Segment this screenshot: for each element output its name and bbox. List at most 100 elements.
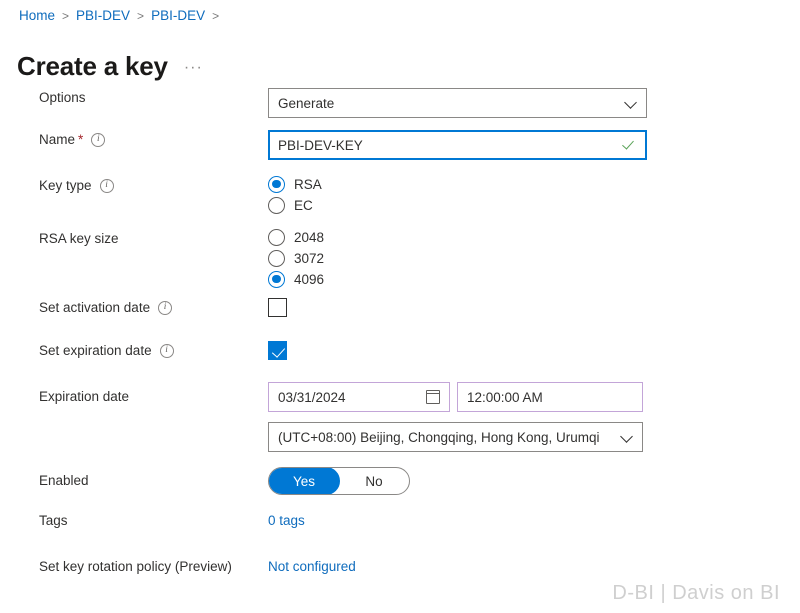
radio-rsa-2048[interactable]: 2048 xyxy=(268,228,800,246)
expiration-date-control: 03/31/2024 12:00:00 AM xyxy=(268,382,800,412)
form-row-enabled: Enabled Yes No xyxy=(0,467,800,511)
set-expiration-date-label-text: Set expiration date xyxy=(39,343,152,358)
rsa-key-size-label-text: RSA key size xyxy=(39,231,119,246)
name-input-wrapper[interactable]: PBI-DEV-KEY xyxy=(268,130,647,160)
breadcrumb-item-vault[interactable]: PBI-DEV xyxy=(75,8,131,23)
tags-label-text: Tags xyxy=(39,513,68,528)
page-title: Create a key xyxy=(17,51,168,82)
form-row-key-type: Key type i RSA EC xyxy=(0,173,800,226)
info-icon-glyph: i xyxy=(163,301,167,312)
radio-key-type-rsa[interactable]: RSA xyxy=(268,175,800,193)
form-row-options: Options Generate xyxy=(0,88,800,130)
expiration-date-label: Expiration date xyxy=(0,382,268,407)
breadcrumb: Home > PBI-DEV > PBI-DEV > xyxy=(18,8,225,23)
radio-label: RSA xyxy=(294,176,322,192)
radio-indicator xyxy=(268,249,285,267)
enabled-toggle-yes[interactable]: Yes xyxy=(269,468,340,494)
tags-link[interactable]: 0 tags xyxy=(268,513,305,528)
radio-label: 2048 xyxy=(294,229,325,245)
name-label: Name * i xyxy=(0,130,268,150)
chevron-down-icon xyxy=(625,97,637,109)
options-label-text: Options xyxy=(39,90,86,105)
radio-label: 3072 xyxy=(294,250,325,266)
radio-indicator xyxy=(268,175,285,193)
key-rotation-policy-label: Set key rotation policy (Preview) xyxy=(0,557,268,577)
name-control: PBI-DEV-KEY xyxy=(268,130,800,160)
timezone-control: (UTC+08:00) Beijing, Chongqing, Hong Kon… xyxy=(268,422,800,452)
name-label-text: Name xyxy=(39,132,76,147)
key-type-label-text: Key type xyxy=(39,178,92,193)
rsa-key-size-control: 2048 3072 4096 xyxy=(268,226,800,288)
form-row-rsa-key-size: RSA key size 2048 3072 4096 xyxy=(0,226,800,298)
checkbox-set-expiration-date[interactable] xyxy=(268,341,287,360)
required-marker: * xyxy=(78,132,84,147)
enabled-label-text: Enabled xyxy=(39,473,89,488)
radio-indicator xyxy=(268,196,285,214)
info-icon-glyph: i xyxy=(105,179,108,190)
form-row-set-expiration-date: Set expiration date i xyxy=(0,341,800,382)
radio-indicator xyxy=(268,228,285,246)
info-icon[interactable]: i xyxy=(99,179,114,193)
info-icon[interactable]: i xyxy=(159,344,174,358)
expiration-time-value: 12:00:00 AM xyxy=(467,389,543,405)
rsa-key-size-radio-group: 2048 3072 4096 xyxy=(268,226,800,288)
radio-rsa-4096[interactable]: 4096 xyxy=(268,270,800,288)
key-rotation-policy-link[interactable]: Not configured xyxy=(268,559,356,574)
timezone-dropdown-value: (UTC+08:00) Beijing, Chongqing, Hong Kon… xyxy=(278,429,600,445)
set-expiration-date-control xyxy=(268,341,800,360)
create-key-page: Home > PBI-DEV > PBI-DEV > Create a key … xyxy=(0,0,800,613)
info-icon-glyph: i xyxy=(96,133,100,144)
key-type-radio-group: RSA EC xyxy=(268,173,800,214)
expiration-date-input[interactable]: 03/31/2024 xyxy=(268,382,450,412)
form-row-name: Name * i PBI-DEV-KEY xyxy=(0,130,800,173)
breadcrumb-item-keys[interactable]: PBI-DEV xyxy=(150,8,206,23)
info-icon-glyph: i xyxy=(165,344,168,355)
form-row-tags: Tags 0 tags xyxy=(0,511,800,557)
expiration-date-label-text: Expiration date xyxy=(39,389,130,404)
expiration-time-input[interactable]: 12:00:00 AM xyxy=(457,382,643,412)
chevron-down-icon xyxy=(621,431,633,443)
breadcrumb-separator-icon: > xyxy=(137,8,145,23)
checkmark-valid-icon xyxy=(621,137,637,153)
checkbox-set-activation-date[interactable] xyxy=(268,298,287,317)
key-rotation-policy-control: Not configured xyxy=(268,557,800,577)
radio-key-type-ec[interactable]: EC xyxy=(268,196,800,214)
key-rotation-policy-label-text: Set key rotation policy (Preview) xyxy=(39,559,232,574)
key-type-control: RSA EC xyxy=(268,173,800,214)
create-key-form: Options Generate Name * i PBI-DEV-KEY Ke… xyxy=(0,88,800,597)
breadcrumb-separator-icon: > xyxy=(62,8,70,23)
watermark: D-BI | Davis on BI xyxy=(612,582,780,604)
enabled-label: Enabled xyxy=(0,467,268,491)
set-activation-date-control xyxy=(268,298,800,317)
options-dropdown[interactable]: Generate xyxy=(268,88,647,118)
enabled-control: Yes No xyxy=(268,467,800,495)
breadcrumb-separator-icon: > xyxy=(212,8,220,23)
set-expiration-date-label: Set expiration date i xyxy=(0,341,268,361)
options-control: Generate xyxy=(268,88,800,118)
radio-label: 4096 xyxy=(294,271,325,287)
info-icon[interactable]: i xyxy=(91,133,106,147)
form-row-timezone: (UTC+08:00) Beijing, Chongqing, Hong Kon… xyxy=(0,422,800,467)
options-dropdown-value: Generate xyxy=(278,95,335,111)
info-icon[interactable]: i xyxy=(158,301,173,315)
rsa-key-size-label: RSA key size xyxy=(0,226,268,249)
form-row-expiration-date: Expiration date 03/31/2024 12:00:00 AM xyxy=(0,382,800,422)
options-label: Options xyxy=(0,88,268,108)
set-activation-date-label-text: Set activation date xyxy=(39,300,151,315)
radio-label: EC xyxy=(294,197,313,213)
enabled-toggle[interactable]: Yes No xyxy=(268,467,410,495)
set-activation-date-label: Set activation date i xyxy=(0,298,268,318)
more-options-icon[interactable]: ··· xyxy=(184,51,203,85)
tags-label: Tags xyxy=(0,511,268,531)
radio-indicator xyxy=(268,270,285,288)
breadcrumb-item-home[interactable]: Home xyxy=(18,8,56,23)
form-row-set-activation-date: Set activation date i xyxy=(0,298,800,341)
tags-control: 0 tags xyxy=(268,511,800,531)
key-type-label: Key type i xyxy=(0,173,268,196)
calendar-icon[interactable] xyxy=(425,390,441,404)
radio-rsa-3072[interactable]: 3072 xyxy=(268,249,800,267)
expiration-date-value: 03/31/2024 xyxy=(278,389,346,405)
enabled-toggle-no[interactable]: No xyxy=(339,468,409,494)
timezone-dropdown[interactable]: (UTC+08:00) Beijing, Chongqing, Hong Kon… xyxy=(268,422,643,452)
name-input[interactable]: PBI-DEV-KEY xyxy=(278,138,617,153)
